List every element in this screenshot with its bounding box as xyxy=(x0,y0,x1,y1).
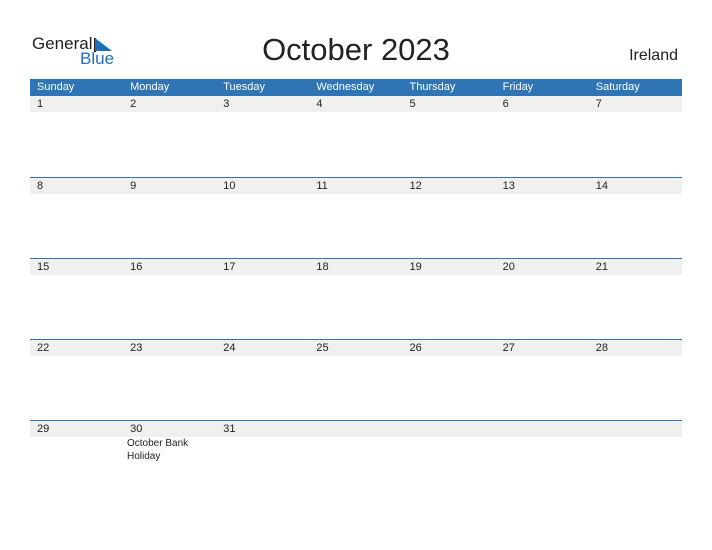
weekday-sunday: Sunday xyxy=(37,81,75,93)
day-cell[interactable]: 30 xyxy=(123,421,216,437)
page-title: October 2023 xyxy=(262,32,450,67)
day-cell xyxy=(403,421,496,437)
weekday-header: Sunday Monday Tuesday Wednesday Thursday… xyxy=(30,79,682,96)
weekday-tuesday: Tuesday xyxy=(223,81,266,93)
day-cell[interactable]: 26 xyxy=(403,340,496,356)
country-label: Ireland xyxy=(629,47,678,64)
weekday-thursday: Thursday xyxy=(409,81,456,93)
week-row: 1234567 xyxy=(30,96,682,177)
day-cell[interactable]: 13 xyxy=(496,178,589,194)
day-cell[interactable]: 21 xyxy=(589,259,682,275)
day-cell[interactable]: 31 xyxy=(216,421,309,437)
date-row: 15 16 17 18 19 20 21 xyxy=(30,259,682,275)
weekday-saturday: Saturday xyxy=(595,81,640,93)
day-cell[interactable]: 7 xyxy=(589,96,682,112)
day-cell[interactable]: 4 xyxy=(309,96,402,112)
date-row: 8 9 10 11 12 13 14 xyxy=(30,178,682,194)
day-cell[interactable]: 16 xyxy=(123,259,216,275)
weekday-monday: Monday xyxy=(130,81,170,93)
day-cell[interactable]: 19 xyxy=(403,259,496,275)
day-cell[interactable]: 11 xyxy=(309,178,402,194)
day-cell[interactable]: 5 xyxy=(403,96,496,112)
week-row: 8 9 10 11 12 13 14 xyxy=(30,177,682,258)
day-cell[interactable]: 1 xyxy=(30,96,123,112)
day-cell[interactable]: 9 xyxy=(123,178,216,194)
weeks-container: 1 2 3 4 5 6 7 8 9 10 11 12 13 14 15 16 17 18 19 20 21 22 23 24 2… xyxy=(30,96,682,446)
date-row: 29 30 31 xyxy=(30,421,682,437)
day-cell xyxy=(589,421,682,437)
week-row: 22 23 24 25 26 27 28 xyxy=(30,339,682,420)
day-cell[interactable]: 17 xyxy=(216,259,309,275)
date-row: 22 23 24 25 26 27 28 xyxy=(30,340,682,356)
weekday-wednesday: Wednesday xyxy=(316,81,375,93)
day-cell[interactable]: 12 xyxy=(403,178,496,194)
day-cell[interactable]: 24 xyxy=(216,340,309,356)
day-cell[interactable]: 25 xyxy=(309,340,402,356)
day-cell xyxy=(496,421,589,437)
day-cell[interactable]: 23 xyxy=(123,340,216,356)
date-row: 1234567 xyxy=(30,96,682,112)
day-cell[interactable]: 27 xyxy=(496,340,589,356)
day-cell[interactable]: 8 xyxy=(30,178,123,194)
day-cell[interactable]: 18 xyxy=(309,259,402,275)
day-cell[interactable]: 6 xyxy=(496,96,589,112)
weekday-friday: Friday xyxy=(502,81,534,93)
day-cell[interactable]: 3 xyxy=(216,96,309,112)
day-cell[interactable]: 22 xyxy=(30,340,123,356)
week-row: 15 16 17 18 19 20 21 xyxy=(30,258,682,339)
day-cell[interactable]: 20 xyxy=(496,259,589,275)
calendar-grid: Sunday Monday Tuesday Wednesday Thursday… xyxy=(30,79,682,446)
day-cell[interactable]: 14 xyxy=(589,178,682,194)
event-october-bank-holiday: October Bank Holiday xyxy=(127,438,189,462)
day-cell[interactable]: 15 xyxy=(30,259,123,275)
day-cell[interactable]: 28 xyxy=(589,340,682,356)
day-cell[interactable]: 29 xyxy=(30,421,123,437)
day-cell xyxy=(309,421,402,437)
day-cell[interactable]: 2 xyxy=(123,96,216,112)
day-cell[interactable]: 10 xyxy=(216,178,309,194)
